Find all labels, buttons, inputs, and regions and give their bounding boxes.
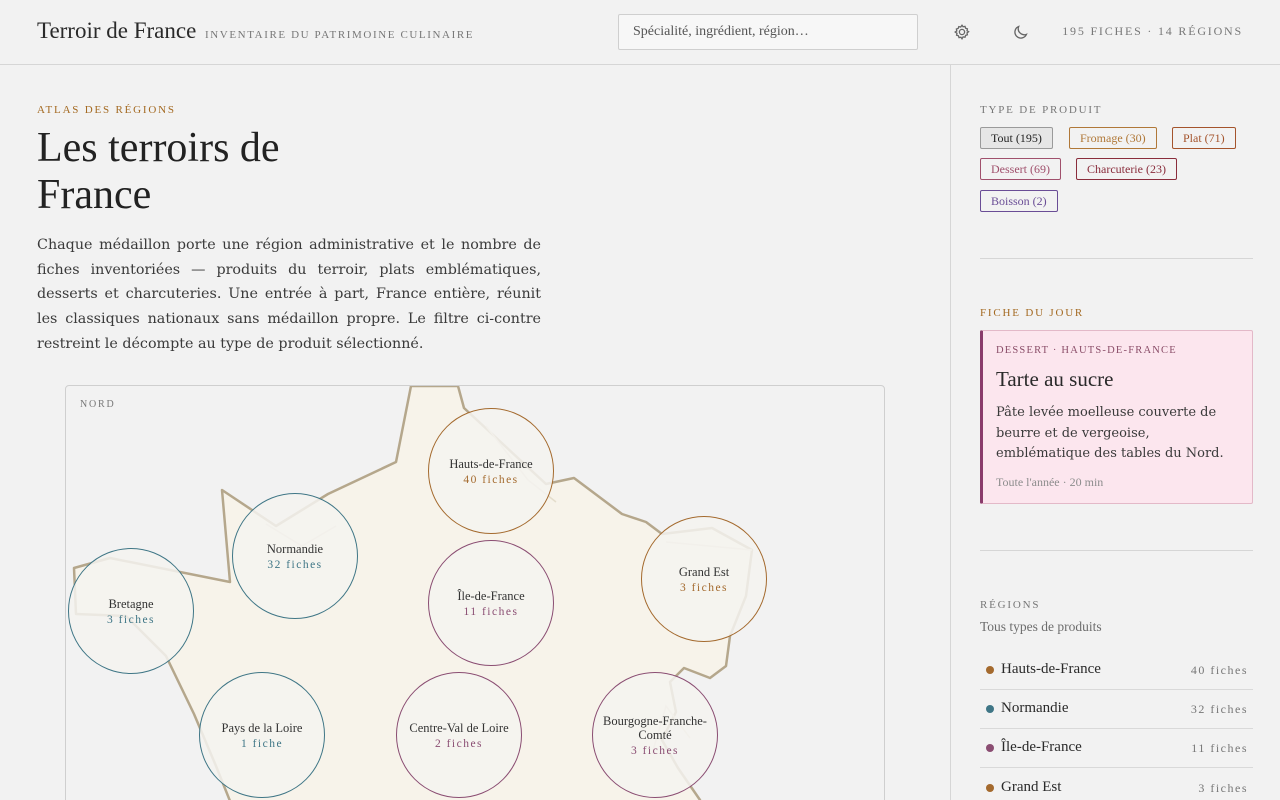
region-name: Hauts-de-France: [1001, 661, 1101, 677]
medallion-centre-val-de-loire[interactable]: Centre-Val de Loire 2 fiches: [396, 672, 522, 798]
medallion-name: Normandie: [266, 541, 324, 556]
medallion-grand-est[interactable]: Grand Est 3 fiches: [641, 516, 767, 642]
region-color-dot: [986, 705, 994, 713]
region-color-dot: [986, 666, 994, 674]
region-count: 11 fiches: [1191, 741, 1248, 755]
medallion-bretagne[interactable]: Bretagne 3 fiches: [68, 548, 194, 674]
region-row-ile-de-france[interactable]: Île-de-France 11 fiches: [980, 729, 1253, 768]
chip-tout[interactable]: Tout (195): [980, 127, 1053, 149]
gear-icon[interactable]: [952, 22, 972, 42]
intro-paragraph: Chaque médaillon porte une région admini…: [37, 237, 541, 352]
medallion-pays-de-la-loire[interactable]: Pays de la Loire 1 fiche: [199, 672, 325, 798]
medallion-count: 11 fiches: [463, 605, 519, 618]
filter-heading: Type de produit: [980, 104, 1103, 116]
sidebar-divider: [980, 258, 1253, 259]
medallion-name: Bretagne: [108, 596, 154, 611]
page-title: Les terroirs de France: [37, 125, 280, 218]
medallion-count: 2 fiches: [434, 737, 484, 750]
search-input[interactable]: [618, 14, 918, 50]
chip-boisson[interactable]: Boisson (2): [980, 190, 1058, 212]
fiche-footer: Toute l'année · 20 min: [996, 475, 1104, 489]
medallion-name: Grand Est: [678, 564, 730, 579]
medallion-count: 3 fiches: [679, 581, 729, 594]
regions-map: Nord Hauts-de-France 40 fiches Normandie…: [65, 385, 885, 800]
region-row-grand-est[interactable]: Grand Est 3 fiches: [980, 769, 1253, 800]
fiche-du-jour-card[interactable]: Dessert · Hauts-de-France Tarte au sucre…: [980, 330, 1253, 504]
regions-subheading: Tous types de produits: [980, 619, 1102, 634]
region-count: 3 fiches: [1198, 781, 1248, 795]
medallion-normandie[interactable]: Normandie 32 fiches: [232, 493, 358, 619]
main-content: Atlas des régions Les terroirs de France…: [0, 65, 950, 800]
medallion-count: 32 fiches: [267, 558, 323, 571]
medallion-count: 1 fiche: [240, 737, 284, 750]
region-row-normandie[interactable]: Normandie 32 fiches: [980, 690, 1253, 729]
region-color-dot: [986, 784, 994, 792]
medallion-name: Centre-Val de Loire: [409, 720, 509, 735]
chip-plat[interactable]: Plat (71): [1172, 127, 1236, 149]
medallion-count: 3 fiches: [106, 613, 156, 626]
chip-charcuterie[interactable]: Charcuterie (23): [1076, 158, 1177, 180]
medallion-hauts-de-france[interactable]: Hauts-de-France 40 fiches: [428, 408, 554, 534]
moon-icon[interactable]: [1011, 22, 1031, 42]
region-row-hauts-de-france[interactable]: Hauts-de-France 40 fiches: [980, 651, 1253, 690]
sidebar-divider: [980, 550, 1253, 551]
medallion-ile-de-france[interactable]: Île-de-France 11 fiches: [428, 540, 554, 666]
fiche-title: Tarte au sucre: [996, 367, 1114, 391]
sidebar: Type de produit Tout (195) Fromage (30) …: [950, 65, 1280, 800]
brand-tagline: Inventaire du patrimoine culinaire: [205, 29, 475, 41]
brand-title[interactable]: Terroir de France: [37, 18, 196, 44]
region-name: Grand Est: [1001, 779, 1062, 795]
medallion-count: 40 fiches: [463, 473, 519, 486]
medallion-name: Bourgogne-Franche-Comté: [603, 713, 707, 742]
total-counts: 195 fiches · 14 régions: [1062, 24, 1243, 38]
fiche-heading: Fiche du jour: [980, 307, 1085, 319]
app-header: Terroir de France Inventaire du patrimoi…: [0, 0, 1280, 65]
region-count: 40 fiches: [1190, 663, 1248, 677]
region-name: Normandie: [1001, 700, 1069, 716]
section-kicker: Atlas des régions: [37, 104, 176, 116]
chip-fromage[interactable]: Fromage (30): [1069, 127, 1157, 149]
fiche-description: Pâte levée moelleuse couverte de beurre …: [996, 405, 1224, 461]
medallion-name: Île-de-France: [457, 588, 525, 603]
fiche-meta: Dessert · Hauts-de-France: [996, 345, 1177, 356]
regions-heading: Régions: [980, 599, 1041, 611]
medallion-count: 3 fiches: [630, 744, 680, 757]
medallion-name: Hauts-de-France: [449, 456, 533, 471]
map-north-label: Nord: [80, 399, 116, 410]
region-name: Île-de-France: [1001, 739, 1082, 755]
medallion-bourgogne-franche-comte[interactable]: Bourgogne-Franche-Comté 3 fiches: [592, 672, 718, 798]
medallion-name: Pays de la Loire: [221, 720, 303, 735]
chip-dessert[interactable]: Dessert (69): [980, 158, 1061, 180]
region-count: 32 fiches: [1190, 702, 1248, 716]
region-color-dot: [986, 744, 994, 752]
